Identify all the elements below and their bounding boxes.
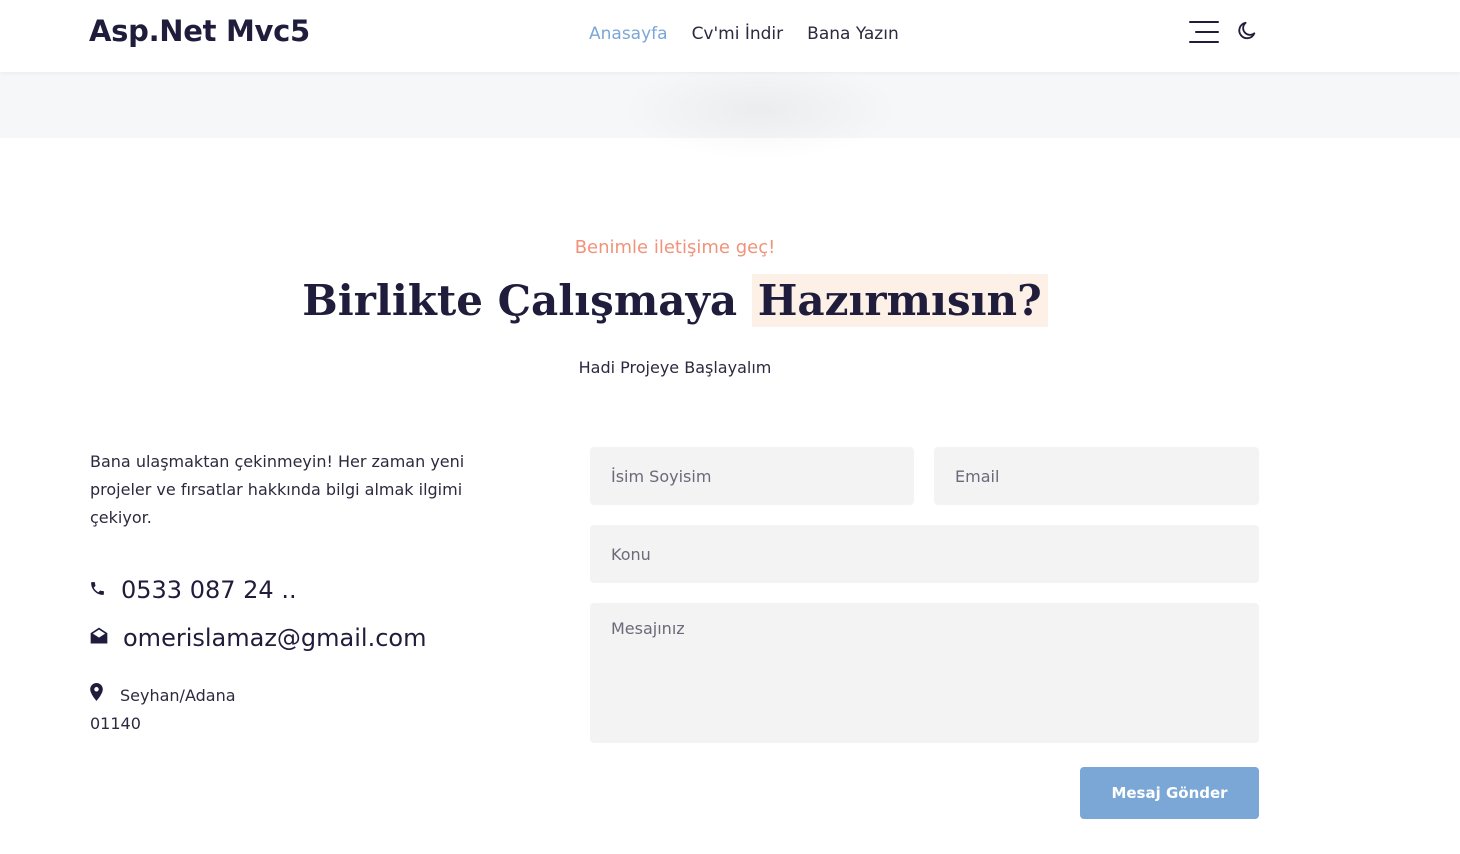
- site-header: Asp.Net Mvc5 Anasayfa Cv'mi İndir Bana Y…: [0, 0, 1460, 72]
- main-nav: Anasayfa Cv'mi İndir Bana Yazın: [589, 24, 899, 44]
- email-input[interactable]: [934, 447, 1259, 505]
- band-shadow: [620, 60, 900, 160]
- address-line-2: 01140: [90, 714, 141, 733]
- moon-icon[interactable]: [1236, 20, 1258, 42]
- section-eyebrow: Benimle iletişime geç!: [574, 237, 776, 258]
- name-input[interactable]: [590, 447, 914, 505]
- nav-item-cv-download[interactable]: Cv'mi İndir: [692, 24, 784, 44]
- phone-icon: [89, 580, 106, 601]
- email-address[interactable]: omerislamaz@gmail.com: [123, 624, 426, 652]
- envelope-icon: [89, 626, 109, 650]
- nav-item-home[interactable]: Anasayfa: [589, 24, 668, 44]
- send-message-button[interactable]: Mesaj Gönder: [1080, 767, 1259, 819]
- email-row: omerislamaz@gmail.com: [89, 624, 426, 652]
- menu-icon[interactable]: [1187, 21, 1219, 43]
- section-title: Birlikte Çalışmaya Hazırmısın?: [0, 274, 1350, 327]
- brand-logo[interactable]: Asp.Net Mvc5: [89, 14, 310, 48]
- message-textarea[interactable]: [590, 603, 1259, 743]
- title-main: Birlikte Çalışmaya: [302, 276, 738, 325]
- phone-row: 0533 087 24 ..: [89, 576, 297, 604]
- map-pin-icon: [90, 682, 103, 710]
- title-highlight: Hazırmısın?: [751, 274, 1048, 327]
- section-subtitle: Hadi Projeye Başlayalım: [578, 358, 772, 377]
- subject-input[interactable]: [590, 525, 1259, 583]
- address-line-1: Seyhan/Adana: [120, 686, 236, 705]
- contact-intro: Bana ulaşmaktan çekinmeyin! Her zaman ye…: [90, 452, 465, 527]
- address-block: Seyhan/Adana 01140: [90, 682, 236, 738]
- nav-item-contact[interactable]: Bana Yazın: [807, 24, 899, 44]
- phone-number[interactable]: 0533 087 24 ..: [121, 576, 297, 604]
